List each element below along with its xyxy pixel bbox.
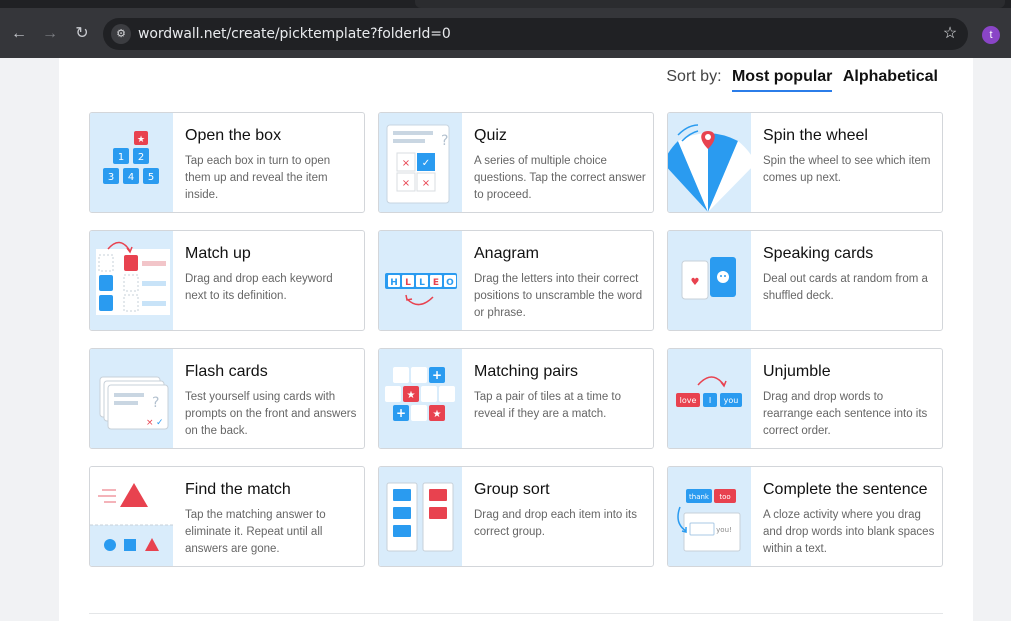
template-title: Find the match [185,481,291,498]
forward-arrow-icon[interactable]: → [40,24,60,44]
template-title: Match up [185,245,251,262]
template-card-find-the-match[interactable]: Find the match Tap the matching answer t… [89,466,365,567]
svg-text:?: ? [441,133,448,149]
template-description: Test yourself using cards with prompts o… [185,391,357,437]
template-title: Anagram [474,245,539,262]
svg-text:★: ★ [407,390,416,401]
template-title: Quiz [474,127,507,144]
word-tile: I [709,396,711,405]
template-title: Flash cards [185,363,268,380]
url-text[interactable]: wordwall.net/create/picktemplate?folderI… [138,26,451,42]
box-number: 5 [148,172,154,183]
sort-most-popular[interactable]: Most popular [731,68,833,92]
profile-avatar[interactable]: t [982,26,1000,44]
template-card-quiz[interactable]: ? × ✓ × × Quiz A series of multiple choi… [378,112,654,213]
matching-pairs-thumbnail: + ★ + ★ [379,349,462,448]
template-card-spin-the-wheel[interactable]: Spin the wheel Spin the wheel to see whi… [667,112,943,213]
letter-tile: H [390,278,398,288]
box-number: 1 [118,152,124,163]
template-description: Drag and drop each item into its correct… [474,509,638,538]
svg-text:★: ★ [137,135,145,145]
word-tile: too [719,493,730,501]
word-tile: love [680,396,697,405]
box-number: 2 [138,152,144,163]
template-card-matching-pairs[interactable]: + ★ + ★ Matching pairs Tap a pair of til… [378,348,654,449]
active-tab[interactable] [415,0,1005,8]
back-arrow-icon[interactable]: ← [9,24,29,44]
scrollbar[interactable] [1002,58,1011,621]
letter-tile: O [446,278,454,288]
svg-text:?: ? [152,395,159,411]
sort-controls: Sort by: Most popular Alphabetical [660,68,938,92]
complete-the-sentence-thumbnail: thank too you! [668,467,751,566]
sentence-text: you! [716,526,732,534]
template-card-match-up[interactable]: Match up Drag and drop each keyword next… [89,230,365,331]
word-tile: you [724,396,739,405]
word-tile: thank [689,493,710,501]
browser-toolbar: ← → ↻ ⚙ wordwall.net/create/picktemplate… [0,8,1011,58]
template-description: A series of multiple choice questions. T… [474,155,646,201]
bookmark-star-icon[interactable]: ☆ [940,24,960,44]
template-title: Open the box [185,127,282,144]
svg-text:+: + [396,406,406,420]
template-card-speaking-cards[interactable]: ♥ Speaking cards Deal out cards at rando… [667,230,943,331]
template-description: Drag the letters into their correct posi… [474,273,643,319]
letter-tile: L [405,278,411,288]
svg-text:♥: ♥ [691,277,700,288]
svg-text:×: × [422,178,430,189]
svg-text:★: ★ [433,409,442,420]
template-description: A cloze activity where you drag and drop… [763,509,935,555]
svg-text:×: × [402,178,410,189]
svg-text:×: × [402,158,410,169]
box-number: 4 [128,172,134,183]
template-card-flash-cards[interactable]: ? × ✓ Flash cards Test yourself using ca… [89,348,365,449]
anagram-thumbnail: H L L E O [379,231,462,330]
template-card-complete-the-sentence[interactable]: thank too you! Complete the sentence A c… [667,466,943,567]
template-card-anagram[interactable]: H L L E O Anagram Drag the letters into … [378,230,654,331]
speaking-cards-thumbnail: ♥ [668,231,751,330]
template-title: Matching pairs [474,363,579,380]
svg-text:✓: ✓ [422,158,430,169]
svg-text:×: × [146,418,154,428]
tab-strip [0,0,1011,8]
quiz-thumbnail: ? × ✓ × × [379,113,462,212]
template-title: Speaking cards [763,245,874,262]
template-description: Spin the wheel to see which item comes u… [763,155,931,184]
reload-icon[interactable]: ↻ [72,24,92,44]
template-picker-page: Sort by: Most popular Alphabetical ★ 1 2… [59,58,973,621]
sort-alphabetical[interactable]: Alphabetical [843,68,938,86]
template-title: Unjumble [763,363,831,380]
match-up-thumbnail [90,231,173,330]
sort-label: Sort by: [666,68,722,85]
template-card-unjumble[interactable]: love I you Unjumble Drag and drop words … [667,348,943,449]
svg-text:✓: ✓ [156,418,164,428]
find-the-match-thumbnail [90,467,173,566]
letter-tile: L [419,278,425,288]
svg-text:+: + [432,368,442,382]
spin-the-wheel-thumbnail [668,113,751,212]
template-title: Complete the sentence [763,481,928,498]
box-number: 3 [108,172,114,183]
template-description: Drag and drop each keyword next to its d… [185,273,333,302]
template-description: Tap each box in turn to open them up and… [185,155,331,201]
site-settings-icon[interactable]: ⚙ [111,24,131,44]
template-description: Drag and drop words to rearrange each se… [763,391,928,437]
open-the-box-thumbnail: ★ 1 2 3 4 5 [90,113,173,212]
template-title: Group sort [474,481,550,498]
template-card-group-sort[interactable]: Group sort Drag and drop each item into … [378,466,654,567]
template-title: Spin the wheel [763,127,868,144]
template-card-open-the-box[interactable]: ★ 1 2 3 4 5 Open the box Tap each box in… [89,112,365,213]
unjumble-thumbnail: love I you [668,349,751,448]
section-divider [89,613,943,614]
template-description: Deal out cards at random from a shuffled… [763,273,928,302]
template-description: Tap a pair of tiles at a time to reveal … [474,391,622,420]
address-bar[interactable]: ⚙ wordwall.net/create/picktemplate?folde… [103,18,968,50]
letter-tile: E [433,278,439,288]
template-description: Tap the matching answer to eliminate it.… [185,509,326,555]
flash-cards-thumbnail: ? × ✓ [90,349,173,448]
group-sort-thumbnail [379,467,462,566]
